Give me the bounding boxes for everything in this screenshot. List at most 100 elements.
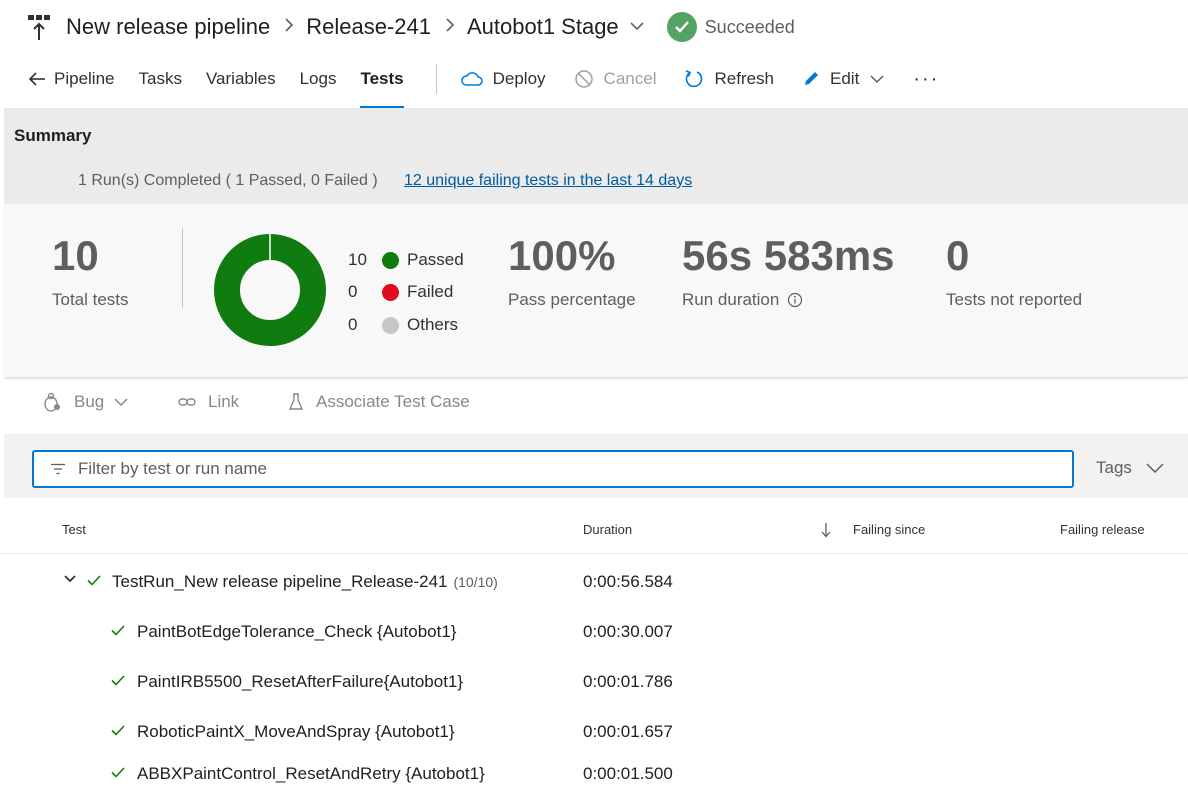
column-duration[interactable]: Duration [583, 522, 632, 537]
column-failing-since[interactable]: Failing since [853, 522, 925, 537]
not-reported-label: Tests not reported [946, 290, 1083, 309]
check-icon [111, 625, 125, 636]
failed-label: Failed [407, 282, 454, 301]
summary-title: Summary [14, 126, 92, 145]
test-duration: 0:00:30.007 [583, 622, 673, 641]
table-row[interactable]: PaintIRB5500_ResetAfterFailure{Autobot1}… [0, 656, 1188, 706]
table-row[interactable]: ABBXPaintControl_ResetAndRetry {Autobot1… [0, 748, 1188, 798]
failed-count: 0 [348, 282, 358, 301]
total-tests-value: 10 [52, 232, 99, 279]
tags-dropdown[interactable]: Tags [1096, 458, 1164, 478]
bug-icon [44, 392, 60, 412]
failed-dot-icon [382, 283, 399, 301]
pencil-icon [805, 72, 818, 85]
cloud-icon [460, 72, 483, 86]
link-icon [178, 398, 196, 406]
tab-label: Tasks [138, 69, 182, 88]
more-actions-button[interactable]: ··· [913, 58, 939, 100]
cancel-label: Cancel [603, 69, 657, 88]
link-label: Link [208, 392, 240, 411]
cancel-button[interactable]: Cancel [574, 58, 657, 100]
table-row[interactable]: PaintBotEdgeTolerance_Check {Autobot1} 0… [0, 606, 1188, 656]
others-label: Others [407, 315, 459, 334]
tags-label: Tags [1096, 458, 1132, 477]
legend-others: 0 Others [348, 315, 458, 335]
test-run-row[interactable]: TestRun_New release pipeline_Release-241… [0, 556, 1188, 606]
sort-descending-icon[interactable] [820, 522, 832, 538]
link-button[interactable]: Link [178, 392, 239, 412]
passed-label: Passed [407, 250, 464, 269]
breadcrumb-stage[interactable]: Autobot1 Stage [467, 14, 619, 40]
divider [182, 228, 183, 308]
tab-variables[interactable]: Variables [206, 58, 276, 102]
status-text: Succeeded [704, 16, 795, 37]
chevron-right-icon [284, 17, 294, 38]
chevron-right-icon [445, 17, 455, 38]
legend-passed: 10 Passed [348, 250, 464, 270]
column-failing-release[interactable]: Failing release [1060, 522, 1145, 537]
check-icon [111, 675, 125, 686]
pass-percentage-value: 100% [508, 232, 616, 279]
filter-input[interactable] [78, 459, 1072, 479]
test-run-count: (10/10) [453, 574, 498, 590]
others-count: 0 [348, 315, 358, 334]
test-run-name-wrap: TestRun_New release pipeline_Release-241… [112, 572, 498, 592]
tab-tests[interactable]: Tests [360, 58, 404, 108]
info-icon[interactable] [787, 292, 803, 308]
results-toolbar: Bug Link Associate Test Case [0, 380, 1188, 432]
total-tests-label: Total tests [52, 290, 129, 309]
edit-label: Edit [830, 69, 860, 88]
others-dot-icon [382, 316, 399, 334]
run-duration-value: 56s 583ms [682, 232, 895, 279]
tab-tasks[interactable]: Tasks [139, 58, 182, 102]
summary-stats: 10 Total tests 10 Passed 0 Failed 0 Othe… [4, 204, 1188, 378]
column-test[interactable]: Test [62, 522, 86, 537]
divider [435, 64, 437, 94]
bug-button[interactable]: Bug [42, 392, 128, 412]
passed-dot-icon [382, 251, 399, 269]
test-duration: 0:00:01.786 [583, 672, 673, 691]
beaker-icon [288, 393, 304, 410]
associate-label: Associate Test Case [316, 392, 470, 411]
deploy-button[interactable]: Deploy [460, 58, 546, 100]
refresh-button[interactable]: Refresh [684, 58, 774, 100]
refresh-icon [686, 70, 703, 88]
breadcrumb-pipeline[interactable]: New release pipeline [66, 14, 270, 40]
tab-pipeline[interactable]: Pipeline [28, 58, 115, 102]
bug-label: Bug [74, 392, 105, 411]
tab-label: Logs [299, 69, 337, 88]
filter-box[interactable] [32, 450, 1074, 488]
edit-button[interactable]: Edit [802, 58, 885, 100]
arrow-left-icon [28, 72, 45, 86]
tab-logs[interactable]: Logs [300, 58, 337, 102]
pass-percentage-label: Pass percentage [508, 290, 636, 309]
test-name: PaintIRB5500_ResetAfterFailure{Autobot1} [137, 672, 464, 691]
filter-bar: Tags [4, 434, 1188, 498]
release-pipeline-icon [26, 12, 52, 42]
test-duration: 0:00:01.657 [583, 722, 673, 741]
chevron-down-icon[interactable] [629, 18, 645, 36]
test-name: ABBXPaintControl_ResetAndRetry {Autobot1… [137, 764, 485, 783]
runs-completed-text: 1 Run(s) Completed ( 1 Passed, 0 Failed … [78, 172, 378, 189]
tab-label: Tests [360, 69, 404, 88]
test-run-name: TestRun_New release pipeline_Release-241 [112, 572, 448, 591]
refresh-label: Refresh [714, 69, 774, 88]
status-badge: Succeeded [666, 12, 795, 42]
cancel-icon [574, 70, 593, 88]
deploy-label: Deploy [492, 69, 546, 88]
not-reported-value: 0 [946, 232, 970, 279]
check-icon [111, 767, 125, 778]
associate-test-case-button[interactable]: Associate Test Case [288, 392, 470, 412]
run-duration-label: Run duration [682, 290, 780, 309]
tab-label: Variables [205, 69, 276, 88]
filter-icon [51, 463, 65, 475]
table-header: Test Duration Failing since Failing rele… [0, 504, 1188, 554]
breadcrumb-release[interactable]: Release-241 [306, 14, 431, 40]
tab-bar: Pipeline Tasks Variables Logs Tests Depl… [28, 58, 967, 108]
chevron-down-icon [870, 75, 884, 84]
test-duration: 0:00:01.500 [583, 764, 673, 783]
expand-chevron-icon[interactable] [64, 575, 76, 583]
run-duration-label-wrap: Run duration [682, 290, 803, 310]
failing-tests-link[interactable]: 12 unique failing tests in the last 14 d… [404, 172, 692, 190]
test-run-duration: 0:00:56.584 [583, 572, 673, 591]
